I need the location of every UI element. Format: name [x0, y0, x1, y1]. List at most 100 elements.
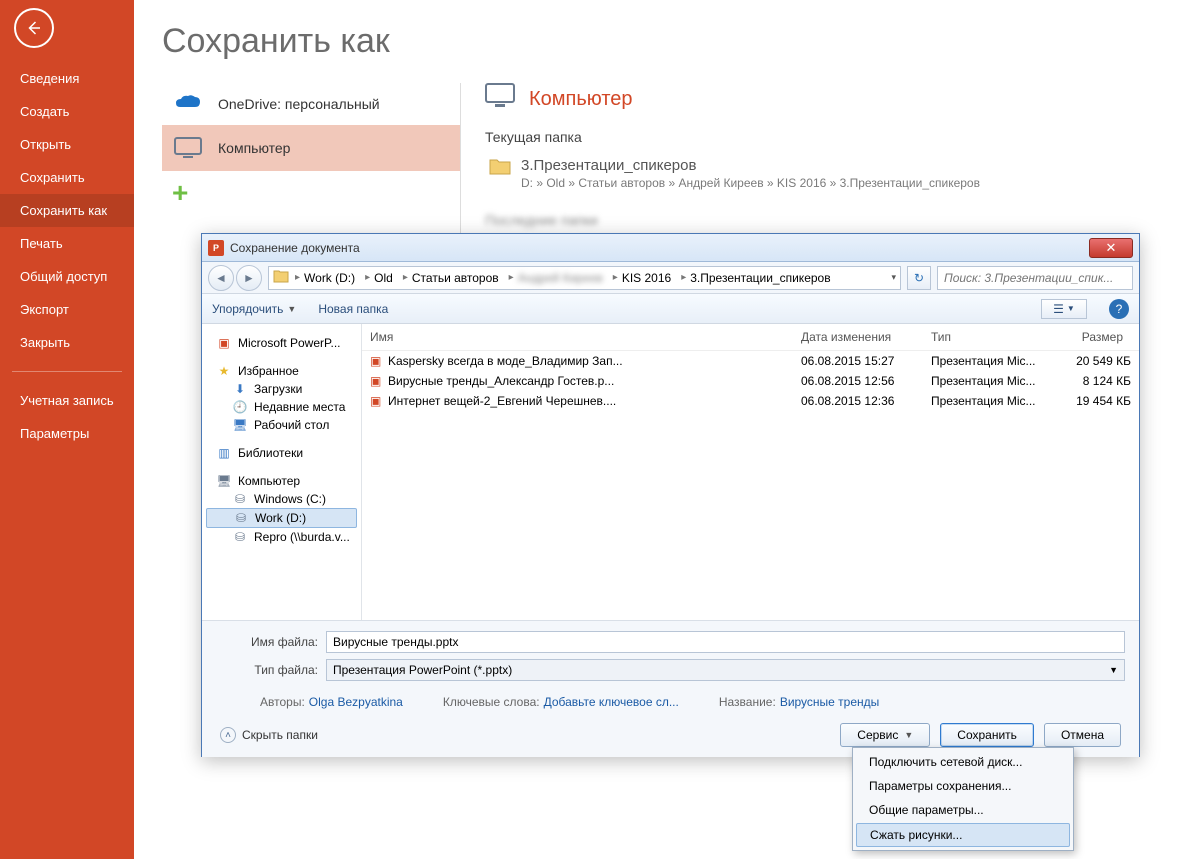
menu-item[interactable]: Сжать рисунки... [856, 823, 1070, 847]
chevron-down-icon: ▼ [904, 730, 913, 740]
sidebar-item[interactable]: Сохранить как [0, 194, 134, 227]
nav-forward-button[interactable]: ► [236, 265, 262, 291]
file-row[interactable]: ▣Вирусные тренды_Александр Гостев.p...06… [362, 371, 1139, 391]
sidebar-item[interactable]: Закрыть [0, 326, 134, 359]
authors-label: Авторы: [260, 695, 305, 709]
breadcrumb-segment[interactable]: ▸Old [361, 271, 397, 285]
new-folder-button[interactable]: Новая папка [318, 302, 388, 316]
current-folder-item[interactable]: 3.Презентации_спикеров D: » Old » Статьи… [485, 151, 1172, 196]
save-dialog: P Сохранение документа ✕ ◄ ► ▸Work (D:)▸… [201, 233, 1140, 757]
computer-icon [172, 137, 204, 159]
sidebar-item[interactable]: Общий доступ [0, 260, 134, 293]
search-box[interactable] [937, 266, 1133, 290]
chevron-down-icon: ▼ [1109, 665, 1118, 675]
tree-node[interactable]: ⛁Repro (\\burda.v... [202, 528, 361, 546]
refresh-button[interactable]: ↻ [907, 266, 931, 290]
place-item[interactable]: Компьютер [162, 125, 460, 171]
current-folder-label: Текущая папка [485, 129, 1172, 145]
place-label: Компьютер [218, 140, 290, 156]
tools-menu: Подключить сетевой диск...Параметры сохр… [852, 747, 1074, 851]
help-button[interactable]: ? [1109, 299, 1129, 319]
tools-button[interactable]: Сервис▼ [840, 723, 930, 747]
onedrive-icon [172, 95, 204, 113]
breadcrumb-segment[interactable]: ▸Андрей Киреев [505, 271, 607, 285]
file-row[interactable]: ▣Kaspersky всегда в моде_Владимир Зап...… [362, 351, 1139, 371]
filetype-combo[interactable]: Презентация PowerPoint (*.pptx)▼ [326, 659, 1125, 681]
sidebar-item[interactable]: Открыть [0, 128, 134, 161]
dialog-titlebar[interactable]: P Сохранение документа ✕ [202, 234, 1139, 262]
filename-input[interactable] [326, 631, 1125, 653]
keywords-label: Ключевые слова: [443, 695, 540, 709]
refresh-icon: ↻ [914, 271, 924, 285]
menu-item[interactable]: Подключить сетевой диск... [855, 750, 1071, 774]
filename-label: Имя файла: [216, 635, 326, 649]
save-button[interactable]: Сохранить [940, 723, 1034, 747]
sidebar-item[interactable]: Создать [0, 95, 134, 128]
sidebar-separator [12, 371, 122, 372]
col-name[interactable]: Имя [370, 330, 801, 344]
col-date[interactable]: Дата изменения [801, 330, 931, 344]
tree-favorites[interactable]: ★Избранное [202, 362, 361, 380]
arrow-left-icon [25, 19, 43, 37]
tree-node[interactable]: ⬇Загрузки [202, 380, 361, 398]
breadcrumb-segment[interactable]: ▸3.Презентации_спикеров [677, 271, 834, 285]
doc-title-value[interactable]: Вирусные тренды [780, 695, 879, 709]
back-button[interactable] [14, 8, 54, 48]
tree-node[interactable]: ⛁Windows (C:) [202, 490, 361, 508]
nav-back-button[interactable]: ◄ [208, 265, 234, 291]
chevron-right-icon: ▸ [403, 272, 408, 283]
sidebar-item[interactable]: Учетная запись [0, 384, 134, 417]
search-input[interactable] [937, 266, 1133, 290]
sidebar-item[interactable]: Печать [0, 227, 134, 260]
pptx-icon: ▣ [370, 374, 388, 388]
folder-icon [489, 157, 511, 180]
tree-node[interactable]: ⛁Work (D:) [206, 508, 357, 528]
pptx-icon: ▣ [370, 394, 388, 408]
chevron-right-icon: ▸ [295, 272, 300, 283]
tree-node[interactable]: 🖥Рабочий стол [202, 416, 361, 434]
breadcrumb[interactable]: ▸Work (D:)▸Old▸Статьи авторов▸Андрей Кир… [268, 266, 901, 290]
breadcrumb-segment[interactable]: ▸Статьи авторов [399, 271, 503, 285]
tree-node[interactable]: 🕘Недавние места [202, 398, 361, 416]
recent-folders-label: Последние папки [485, 212, 1172, 228]
sidebar-item[interactable]: Параметры [0, 417, 134, 450]
hide-folders-toggle[interactable]: ˄ Скрыть папки [220, 727, 318, 743]
tree-computer[interactable]: 🖥Компьютер [202, 472, 361, 490]
pptx-icon: ▣ [370, 354, 388, 368]
computer-heading: Компьютер [529, 88, 633, 111]
sidebar-item[interactable]: Сохранить [0, 161, 134, 194]
arrow-right-icon: ► [243, 271, 255, 285]
keywords-value[interactable]: Добавьте ключевое сл... [544, 695, 679, 709]
breadcrumb-segment[interactable]: ▸KIS 2016 [609, 271, 675, 285]
backstage-sidebar: СведенияСоздатьОткрытьСохранитьСохранить… [0, 0, 134, 859]
powerpoint-icon: P [208, 240, 224, 256]
folder-icon [273, 269, 289, 286]
cancel-button[interactable]: Отмена [1044, 723, 1121, 747]
current-folder-path: D: » Old » Статьи авторов » Андрей Кирее… [521, 176, 980, 190]
file-list: Имя Дата изменения Тип Размер ▣Kaspersky… [362, 324, 1139, 620]
sidebar-item[interactable]: Экспорт [0, 293, 134, 326]
col-type[interactable]: Тип [931, 330, 1051, 344]
doc-title-label: Название: [719, 695, 776, 709]
file-row[interactable]: ▣Интернет вещей-2_Евгений Черешнев....06… [362, 391, 1139, 411]
arrow-left-icon: ◄ [215, 271, 227, 285]
view-options-button[interactable]: ☰▼ [1041, 299, 1087, 319]
organize-button[interactable]: Упорядочить▼ [212, 302, 296, 316]
menu-item[interactable]: Параметры сохранения... [855, 774, 1071, 798]
place-label: OneDrive: персональный [218, 96, 380, 112]
chevron-right-icon: ▸ [365, 272, 370, 283]
place-item[interactable]: OneDrive: персональный [162, 83, 460, 125]
col-size[interactable]: Размер [1051, 330, 1131, 344]
tree-powerpoint[interactable]: ▣Microsoft PowerP... [202, 334, 361, 352]
menu-item[interactable]: Общие параметры... [855, 798, 1071, 822]
sidebar-item[interactable]: Сведения [0, 62, 134, 95]
authors-value[interactable]: Olga Bezpyatkina [309, 695, 403, 709]
chevron-right-icon: ▸ [681, 272, 686, 283]
current-folder-name: 3.Презентации_спикеров [521, 157, 980, 174]
folder-tree: ▣Microsoft PowerP... ★Избранное ⬇Загрузк… [202, 324, 362, 620]
close-button[interactable]: ✕ [1089, 238, 1133, 258]
close-icon: ✕ [1106, 240, 1117, 256]
add-place-icon[interactable]: + [172, 177, 460, 209]
breadcrumb-segment[interactable]: ▸Work (D:) [291, 271, 359, 285]
tree-libraries[interactable]: ▥Библиотеки [202, 444, 361, 462]
